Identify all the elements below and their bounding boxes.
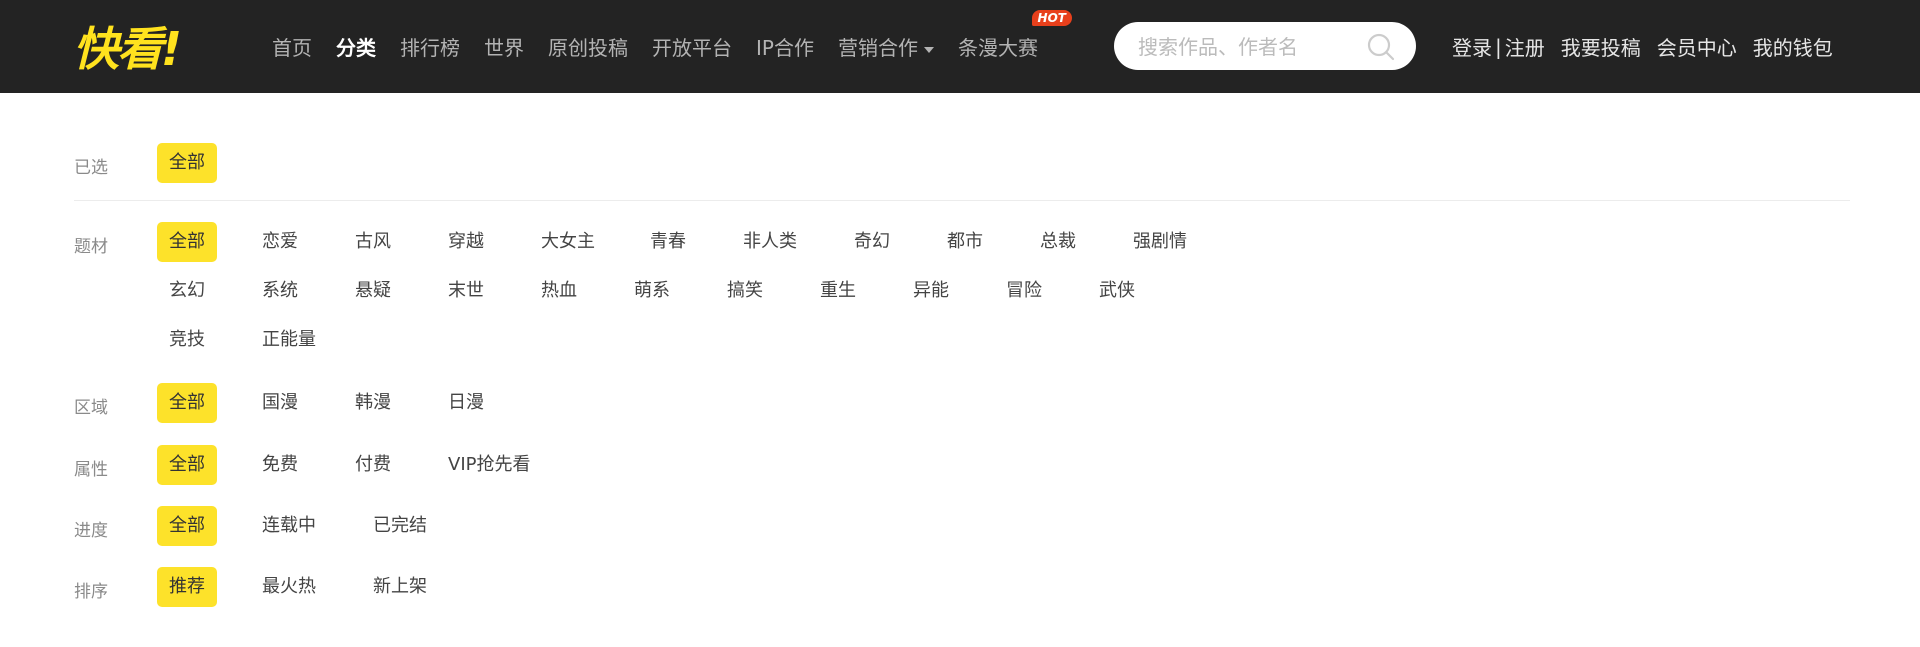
theme-tag[interactable]: 奇幻 — [842, 222, 902, 262]
search-box — [1114, 22, 1416, 72]
filter-label-attribute: 属性 — [74, 460, 108, 480]
theme-tag[interactable]: 强剧情 — [1121, 222, 1199, 262]
progress-tag[interactable]: 连载中 — [250, 506, 328, 546]
login-register-separator: | — [1495, 34, 1502, 59]
nav-original-submission[interactable]: 原创投稿 — [548, 32, 628, 61]
theme-tag[interactable]: 悬疑 — [343, 271, 403, 311]
nav-category[interactable]: 分类 — [336, 32, 376, 61]
my-wallet-link[interactable]: 我的钱包 — [1753, 32, 1833, 61]
nav-comic-contest[interactable]: 条漫大赛 HOT — [957, 10, 1072, 61]
nav-home[interactable]: 首页 — [272, 32, 312, 61]
sort-tag[interactable]: 最火热 — [250, 567, 328, 607]
user-links: 登录 | 注册 我要投稿 会员中心 我的钱包 — [1452, 0, 1833, 93]
sort-tag-recommended[interactable]: 推荐 — [157, 567, 217, 607]
theme-tag[interactable]: 末世 — [436, 271, 496, 311]
theme-tag[interactable]: 搞笑 — [715, 271, 775, 311]
nav-marketing-cooperation[interactable]: 营销合作 — [838, 32, 934, 61]
attribute-tag-all[interactable]: 全部 — [157, 445, 217, 485]
theme-tag[interactable]: 重生 — [808, 271, 868, 311]
nav-ip-cooperation[interactable]: IP合作 — [756, 32, 814, 61]
nav-comic-contest-label: 条漫大赛 — [957, 36, 1038, 60]
region-tag[interactable]: 韩漫 — [343, 383, 403, 423]
submit-work-link[interactable]: 我要投稿 — [1561, 32, 1641, 61]
register-link[interactable]: 注册 — [1505, 32, 1545, 61]
top-navigation-bar: 快看! 首页 分类 排行榜 世界 原创投稿 开放平台 IP合作 营销合作 条漫大… — [0, 0, 1920, 93]
selected-tag-all[interactable]: 全部 — [157, 143, 217, 183]
attribute-tag[interactable]: 付费 — [343, 445, 403, 485]
progress-tag[interactable]: 已完结 — [361, 506, 439, 546]
hot-badge: HOT — [1031, 10, 1072, 26]
member-center-link[interactable]: 会员中心 — [1657, 32, 1737, 61]
theme-tag[interactable]: 玄幻 — [157, 271, 217, 311]
main-nav: 首页 分类 排行榜 世界 原创投稿 开放平台 IP合作 营销合作 条漫大赛 HOT — [272, 0, 1072, 93]
filter-label-theme: 题材 — [74, 237, 108, 257]
theme-tag[interactable]: 异能 — [901, 271, 961, 311]
login-link[interactable]: 登录 — [1452, 32, 1492, 61]
theme-tag[interactable]: 热血 — [529, 271, 589, 311]
nav-marketing-label: 营销合作 — [837, 36, 918, 60]
filter-label-region: 区域 — [74, 398, 108, 418]
region-tag-all[interactable]: 全部 — [157, 383, 217, 423]
nav-world[interactable]: 世界 — [484, 32, 524, 61]
filter-label-selected: 已选 — [74, 158, 108, 178]
theme-tag[interactable]: 萌系 — [622, 271, 682, 311]
search-icon[interactable] — [1366, 32, 1396, 62]
search-input[interactable] — [1136, 22, 1360, 72]
theme-tag[interactable]: 正能量 — [250, 320, 328, 360]
region-tag[interactable]: 日漫 — [436, 383, 496, 423]
attribute-tag[interactable]: VIP抢先看 — [436, 445, 542, 485]
filter-divider — [74, 200, 1850, 201]
theme-tag[interactable]: 总裁 — [1028, 222, 1088, 262]
theme-tag[interactable]: 冒险 — [994, 271, 1054, 311]
filter-label-progress: 进度 — [74, 521, 108, 541]
theme-tag[interactable]: 都市 — [935, 222, 995, 262]
theme-tag[interactable]: 恋爱 — [250, 222, 310, 262]
theme-tag[interactable]: 系统 — [250, 271, 310, 311]
progress-tag-all[interactable]: 全部 — [157, 506, 217, 546]
region-tag[interactable]: 国漫 — [250, 383, 310, 423]
theme-tag[interactable]: 青春 — [638, 222, 698, 262]
sort-tag[interactable]: 新上架 — [361, 567, 439, 607]
theme-tag[interactable]: 非人类 — [731, 222, 809, 262]
theme-tag-all[interactable]: 全部 — [157, 222, 217, 262]
nav-ranking[interactable]: 排行榜 — [400, 32, 460, 61]
chevron-down-icon — [923, 46, 934, 53]
theme-tag[interactable]: 古风 — [343, 222, 403, 262]
theme-tag[interactable]: 竞技 — [157, 320, 217, 360]
theme-tag[interactable]: 大女主 — [529, 222, 607, 262]
nav-open-platform[interactable]: 开放平台 — [652, 32, 732, 61]
theme-tag[interactable]: 穿越 — [436, 222, 496, 262]
filter-label-sort: 排序 — [74, 582, 108, 602]
theme-tag[interactable]: 武侠 — [1087, 271, 1147, 311]
kuaikan-logo[interactable]: 快看! — [73, 18, 182, 76]
attribute-tag[interactable]: 免费 — [250, 445, 310, 485]
